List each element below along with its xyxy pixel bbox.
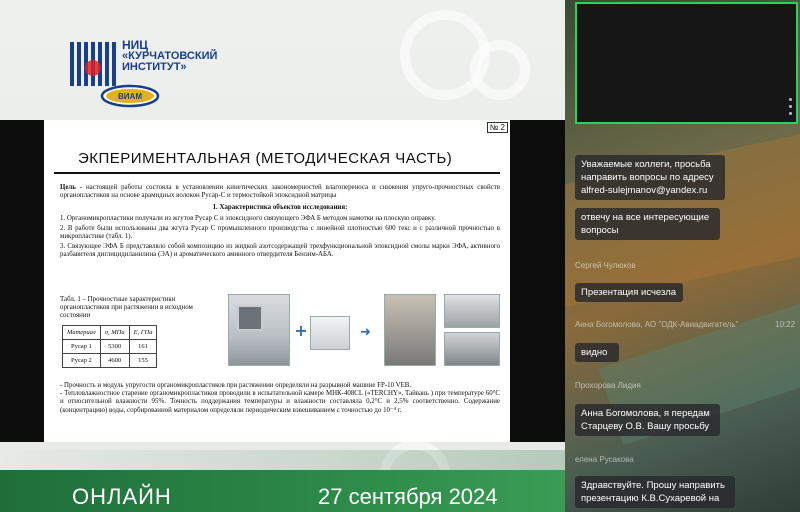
chat-sender: Прохорова Лидия [575,381,641,390]
chat-message: Презентация исчезла [575,283,683,302]
event-date: 27 сентября 2024 [318,484,498,509]
specimen-photo [444,294,500,328]
plus-icon: + [294,321,308,340]
specimen-closeup-photo [444,332,500,366]
slide-body: Цель - настоящей работы состояла в устан… [60,184,500,262]
background-decoration [470,40,530,100]
climate-chamber-photo [228,294,290,366]
bottom-swoosh [0,450,565,472]
list-item: 2. В работе были использованы два жгута … [60,224,500,241]
testing-machine-photo [384,294,436,366]
table-cell: 5300 [99,339,130,354]
table-header-row: Материал σ, МПа E, ГПа [62,325,158,340]
table-cell: 4600 [99,353,130,368]
online-label: ОНЛАЙН [72,484,172,509]
footer-paragraph: - Прочность и модуль упругости органомик… [60,382,412,389]
chat-message: Здравствуйте. Прошу направить презентаци… [575,476,735,508]
table-row: Русар 2 4600 155 [62,353,158,368]
table-header: Материал [62,325,101,340]
chat-time: 10:22 [775,320,796,329]
bottom-banner: ОНЛАЙН 27 сентября 2024 [0,470,565,512]
table-cell: 161 [128,339,158,354]
footer-paragraph: - Тепловлажностное старение органомикроп… [60,390,500,414]
table-header: σ, МПа [99,325,130,340]
chat-message: видно [575,343,619,362]
table-header: E, ГПа [128,325,158,340]
org-name: НИЦ «КУРЧАТОВСКИЙ ИНСТИТУТ» [122,38,218,73]
properties-table: Материал σ, МПа E, ГПа Русар 1 5300 161 … [62,325,158,368]
goal-paragraph: Цель - настоящей работы состояла в устан… [60,184,500,200]
shared-slide-frame: № 2 ЭКПЕРИМЕНТАЛЬНАЯ (МЕТОДИЧЕСКАЯ ЧАСТЬ… [0,120,565,442]
chat-message: Анна Богомолова, я передам Старцеву О.В.… [575,404,720,436]
title-divider [54,172,500,174]
chat-sender: Сергей Чулюков [575,261,636,270]
section-title: 1. Характеристика объектов исследования: [212,204,348,212]
list-item: 1. Органомикропластики получали из жгуто… [60,214,436,222]
slide-number: № 2 [486,122,508,133]
arrow-right-icon: ➜ [360,325,371,340]
chat-sender: Анна Богомолова, АО "ОДК-Авиадвигатель" [575,320,739,329]
chat-message: Уважаемые коллеги, просьба направить воп… [575,155,725,200]
table-cell: Русар 1 [62,339,101,354]
presentation-stage: ВИАМ НИЦ «КУРЧАТОВСКИЙ ИНСТИТУТ» ОНЛАЙН … [0,0,565,512]
table-row: Русар 1 5300 161 [62,339,158,354]
table-cell: 155 [128,353,158,368]
side-panel: Уважаемые коллеги, просьба направить воп… [565,0,800,512]
analytical-balance-photo [310,316,350,350]
slide-title: ЭКПЕРИМЕНТАЛЬНАЯ (МЕТОДИЧЕСКАЯ ЧАСТЬ) [78,150,453,167]
shared-slide: № 2 ЭКПЕРИМЕНТАЛЬНАЯ (МЕТОДИЧЕСКАЯ ЧАСТЬ… [44,120,510,442]
seal-text: ВИАМ [118,92,142,101]
speaker-video-tile[interactable] [575,2,798,124]
table-caption: Табл. 1 – Прочностные характеристики орг… [60,296,193,319]
list-item: 3. Связующее ЭФА Б представляло собой ко… [60,243,500,259]
table-cell: Русар 2 [62,353,101,368]
chat-message: отвечу на все интересующие вопросы [575,208,720,240]
chat-sender: елена Русакова [575,455,634,464]
slide-footer: - Прочность и модуль упругости органомик… [60,382,500,415]
video-options-icon[interactable] [789,98,792,119]
